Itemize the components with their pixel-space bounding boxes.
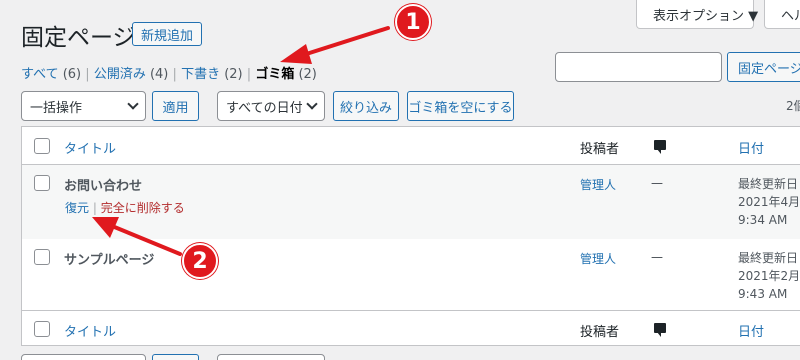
select-all-checkbox-footer[interactable] xyxy=(34,321,50,337)
table-row: サンプルページ 管理人 — 最終更新日 2021年2月 9:43 AM xyxy=(22,239,800,311)
pages-table: タイトル 投稿者 日付 お問い合わせ 復元 | 完全に削除する 管理人 — 最終… xyxy=(21,126,800,346)
separator: | xyxy=(246,67,252,82)
bulk-action-value: 一括操作 xyxy=(30,100,83,116)
empty-trash-button[interactable]: ゴミ箱を空にする xyxy=(407,91,514,121)
restore-link[interactable]: 復元 xyxy=(65,201,89,215)
filter-draft-count: (2) xyxy=(224,67,243,82)
table-header: タイトル 投稿者 日付 xyxy=(22,127,800,165)
comment-icon xyxy=(654,323,666,337)
table-row: お問い合わせ 復元 | 完全に削除する 管理人 — 最終更新日 2021年4月 … xyxy=(22,165,800,239)
annotation-badge-1: 1 xyxy=(395,4,431,40)
items-count: 2個 xyxy=(786,99,800,113)
apply-button[interactable]: 適用 xyxy=(152,91,199,121)
filter-draft[interactable]: 下書き xyxy=(181,67,220,82)
select-all-checkbox[interactable] xyxy=(34,138,50,154)
filter-all-count: (6) xyxy=(62,67,82,82)
separator: | xyxy=(85,67,90,82)
filter-trash-count: (2) xyxy=(298,67,317,82)
date-time: 9:43 AM xyxy=(738,287,788,301)
column-date-footer[interactable]: 日付 xyxy=(738,321,764,340)
page-title: 固定ページ xyxy=(21,25,136,51)
search-pages-button[interactable]: 固定ページを xyxy=(727,52,800,82)
status-filter-links: すべて (6) | 公開済み (4) | 下書き (2) | ゴミ箱 (2) xyxy=(21,63,317,82)
bulk-action-select[interactable]: 一括操作 xyxy=(21,91,146,121)
date-filter-value: すべての日付 xyxy=(226,100,303,116)
search-input[interactable] xyxy=(555,52,722,82)
comments-count: — xyxy=(651,176,663,190)
separator: | xyxy=(92,201,97,215)
date-day: 2021年4月 xyxy=(738,195,800,209)
row-checkbox[interactable] xyxy=(34,249,50,265)
column-author: 投稿者 xyxy=(580,142,620,157)
date-time: 9:34 AM xyxy=(738,213,788,227)
chevron-down-icon xyxy=(127,98,139,110)
comments-count: — xyxy=(651,250,663,264)
comment-icon xyxy=(654,140,666,154)
filter-published-count: (4) xyxy=(149,67,169,82)
add-new-button[interactable]: 新規追加 xyxy=(132,22,202,46)
author-link[interactable]: 管理人 xyxy=(580,250,616,267)
arrow-1-line xyxy=(298,26,390,58)
author-link[interactable]: 管理人 xyxy=(580,176,616,193)
bottom-date-select[interactable] xyxy=(217,354,325,360)
date-day: 2021年2月 xyxy=(738,269,800,283)
row-checkbox[interactable] xyxy=(34,175,50,191)
filter-button[interactable]: 絞り込み xyxy=(333,91,399,121)
table-footer: タイトル 投稿者 日付 xyxy=(22,311,800,347)
column-title-footer[interactable]: タイトル xyxy=(64,321,116,340)
column-date[interactable]: 日付 xyxy=(738,138,764,157)
page-title-cell: サンプルページ xyxy=(64,253,155,268)
arrow-1-head xyxy=(280,44,312,64)
row-actions: 復元 | 完全に削除する xyxy=(65,199,185,216)
filter-trash[interactable]: ゴミ箱 xyxy=(255,67,294,82)
page-title-cell: お問い合わせ xyxy=(64,179,143,194)
annotation-badge-2: 2 xyxy=(182,243,218,279)
column-title[interactable]: タイトル xyxy=(64,138,116,157)
column-author-footer: 投稿者 xyxy=(580,325,620,340)
help-button[interactable]: ヘル xyxy=(764,0,800,29)
delete-permanently-link[interactable]: 完全に削除する xyxy=(101,201,185,215)
screen-options-button[interactable]: 表示オプション ▼ xyxy=(636,0,758,29)
filter-published[interactable]: 公開済み xyxy=(94,67,146,82)
filter-all[interactable]: すべて xyxy=(21,67,59,82)
bottom-apply-button[interactable] xyxy=(152,354,199,360)
date-filter-select[interactable]: すべての日付 xyxy=(217,91,325,121)
separator: | xyxy=(172,67,177,82)
chevron-down-icon xyxy=(306,98,318,110)
bottom-bulk-select[interactable] xyxy=(21,354,146,360)
date-status: 最終更新日 xyxy=(738,251,799,265)
date-status: 最終更新日 xyxy=(738,177,799,191)
